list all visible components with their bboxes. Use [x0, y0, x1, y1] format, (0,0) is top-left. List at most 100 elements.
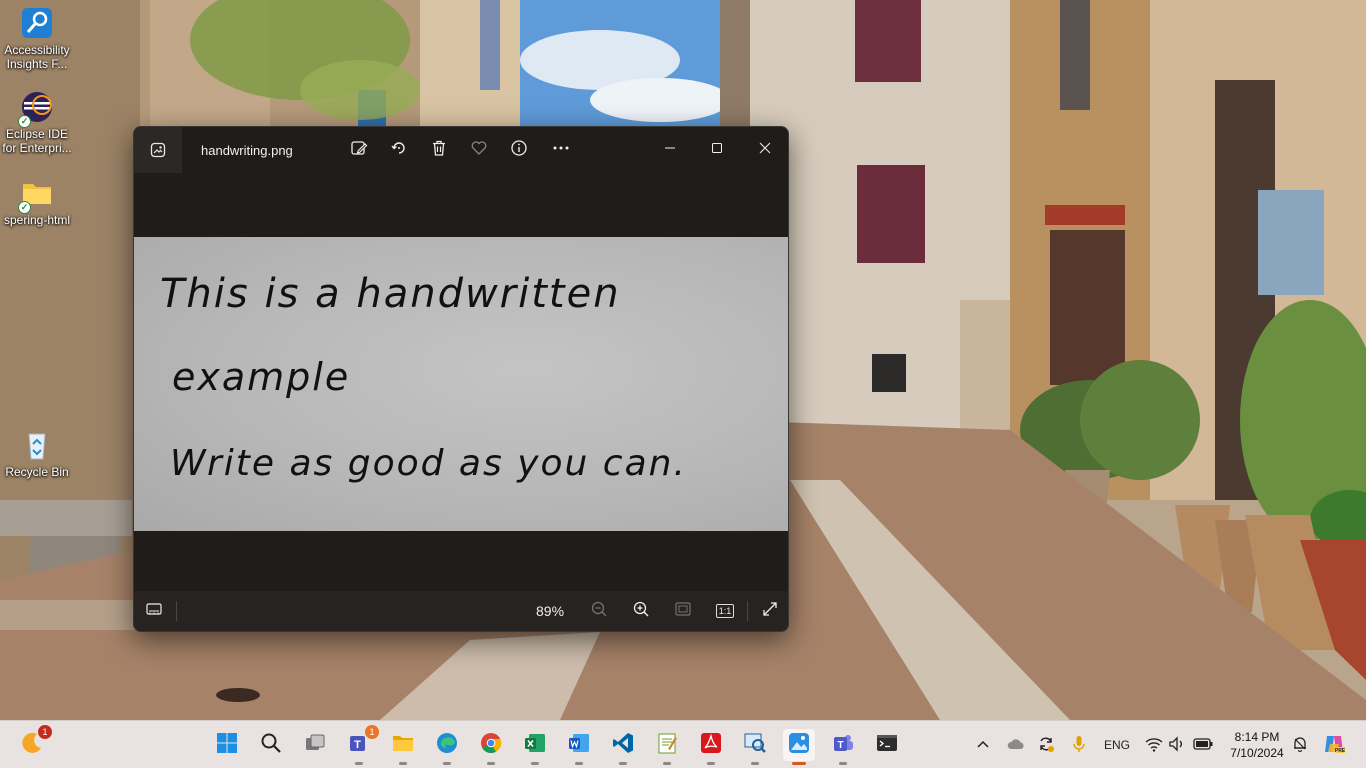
- microphone-icon: [1072, 735, 1086, 756]
- fit-to-window-button[interactable]: [669, 599, 697, 623]
- taskbar: 1 T 1 T ENG 8:14 PM 7/10/2024 PRE: [0, 720, 1366, 768]
- svg-text:T: T: [354, 739, 361, 751]
- fullscreen-button[interactable]: [756, 599, 784, 623]
- more-options-button[interactable]: [547, 137, 575, 163]
- title-bar[interactable]: handwriting.png: [134, 127, 788, 173]
- task-view-button[interactable]: [299, 729, 331, 761]
- desktop-icon-accessibility-insights[interactable]: Accessibility Insights F...: [0, 6, 74, 71]
- delete-icon: [430, 139, 448, 162]
- sync-button[interactable]: [1034, 721, 1058, 768]
- edge-icon: [435, 731, 459, 760]
- taskbar-app-vscode[interactable]: [607, 729, 639, 765]
- handwriting-image[interactable]: This is a handwritten example Write as g…: [134, 237, 788, 531]
- info-button[interactable]: [505, 137, 533, 163]
- taskbar-app-photos[interactable]: [783, 729, 815, 765]
- copilot-button[interactable]: PRE: [1320, 721, 1348, 768]
- terminal-icon: [875, 731, 899, 760]
- divider: [176, 601, 177, 621]
- more-icon: [551, 139, 571, 162]
- edit-image-button[interactable]: [345, 137, 373, 163]
- taskbar-app-edge[interactable]: [431, 729, 463, 765]
- taskbar-app-acrobat[interactable]: [695, 729, 727, 765]
- vscode-icon: [611, 731, 635, 760]
- running-indicator: [575, 762, 583, 765]
- delete-button[interactable]: [425, 137, 453, 163]
- image-viewer[interactable]: This is a handwritten example Write as g…: [134, 173, 788, 593]
- sync-icon: [1037, 735, 1055, 756]
- show-hidden-icons-button[interactable]: [972, 721, 994, 768]
- info-icon: [510, 139, 528, 162]
- running-indicator: [619, 762, 627, 765]
- actual-size-button[interactable]: 1:1: [711, 599, 739, 623]
- notifications-button[interactable]: [1290, 721, 1310, 768]
- rotate-button[interactable]: [385, 137, 413, 163]
- svg-text:T: T: [837, 740, 843, 751]
- minimize-icon: [664, 141, 676, 159]
- teams-badge: 1: [365, 725, 379, 739]
- maximize-button[interactable]: [697, 135, 737, 165]
- close-button[interactable]: [745, 135, 785, 165]
- zoom-level[interactable]: 89%: [536, 603, 564, 619]
- desktop-icon-label: Eclipse IDE for Enterpri...: [2, 127, 72, 155]
- taskbar-app-chrome[interactable]: [475, 729, 507, 765]
- fit-to-window-icon: [674, 601, 692, 622]
- volume-button[interactable]: [1166, 721, 1188, 768]
- fullscreen-icon: [762, 601, 778, 622]
- filmstrip-button[interactable]: [140, 599, 168, 623]
- running-indicator: [663, 762, 671, 765]
- running-indicator: [355, 762, 363, 765]
- notepad-plus-icon: [655, 731, 679, 760]
- maximize-icon: [711, 141, 723, 159]
- zoom-in-icon: [632, 600, 650, 623]
- taskbar-app-teams[interactable]: T: [827, 729, 859, 765]
- search-button[interactable]: [255, 729, 287, 761]
- taskbar-app-notepad-plus[interactable]: [651, 729, 683, 765]
- divider: [747, 601, 748, 621]
- rotate-icon: [390, 139, 408, 162]
- start-button[interactable]: [211, 729, 243, 761]
- sync-ok-icon: ✓: [18, 115, 31, 128]
- accessibility-insights-icon: [20, 6, 54, 40]
- handwriting-line-3: Write as good as you can.: [170, 443, 687, 484]
- active-indicator: [792, 762, 806, 765]
- filmstrip-icon: [145, 601, 163, 622]
- running-indicator: [707, 762, 715, 765]
- desktop-icon-eclipse[interactable]: ✓ Eclipse IDE for Enterpri...: [0, 90, 74, 155]
- widgets-button[interactable]: 1: [16, 725, 52, 761]
- taskbar-app-terminal[interactable]: [871, 729, 903, 761]
- word-icon: [567, 731, 591, 760]
- desktop-icon-recycle-bin[interactable]: Recycle Bin: [0, 428, 74, 479]
- microphone-button[interactable]: [1068, 721, 1090, 768]
- onedrive-button[interactable]: [1004, 721, 1028, 768]
- volume-icon: [1168, 735, 1186, 755]
- photos-icon: [787, 731, 811, 760]
- taskbar-app-word[interactable]: [563, 729, 595, 765]
- task-view-icon: [304, 732, 326, 759]
- clock[interactable]: 8:14 PM 7/10/2024: [1222, 729, 1292, 761]
- windows-start-icon: [216, 732, 238, 759]
- actual-size-icon: 1:1: [715, 604, 735, 618]
- running-indicator: [487, 762, 495, 765]
- taskbar-app-file-explorer[interactable]: [387, 729, 419, 765]
- excel-icon: [523, 731, 547, 760]
- wifi-button[interactable]: [1142, 721, 1166, 768]
- folder-icon: [391, 731, 415, 760]
- zoom-in-button[interactable]: [627, 599, 655, 623]
- taskbar-app-accessibility-insights[interactable]: [739, 729, 771, 765]
- minimize-button[interactable]: [650, 135, 690, 165]
- language-indicator[interactable]: ENG: [1100, 721, 1134, 768]
- taskbar-app-teams-classic[interactable]: T 1: [343, 725, 379, 765]
- desktop-icon-label: Accessibility Insights F...: [4, 43, 70, 71]
- chrome-icon: [479, 731, 503, 760]
- battery-button[interactable]: [1190, 721, 1216, 768]
- taskbar-app-excel[interactable]: [519, 729, 551, 765]
- zoom-out-button[interactable]: [585, 599, 613, 623]
- onedrive-icon: [1007, 738, 1025, 753]
- photos-app-icon[interactable]: [134, 127, 182, 173]
- favorite-button[interactable]: [465, 137, 493, 163]
- battery-icon: [1193, 737, 1213, 753]
- running-indicator: [751, 762, 759, 765]
- clock-date: 7/10/2024: [1230, 746, 1284, 760]
- language-label: ENG: [1103, 738, 1130, 752]
- desktop-icon-folder[interactable]: ✓ spering-html: [0, 176, 74, 227]
